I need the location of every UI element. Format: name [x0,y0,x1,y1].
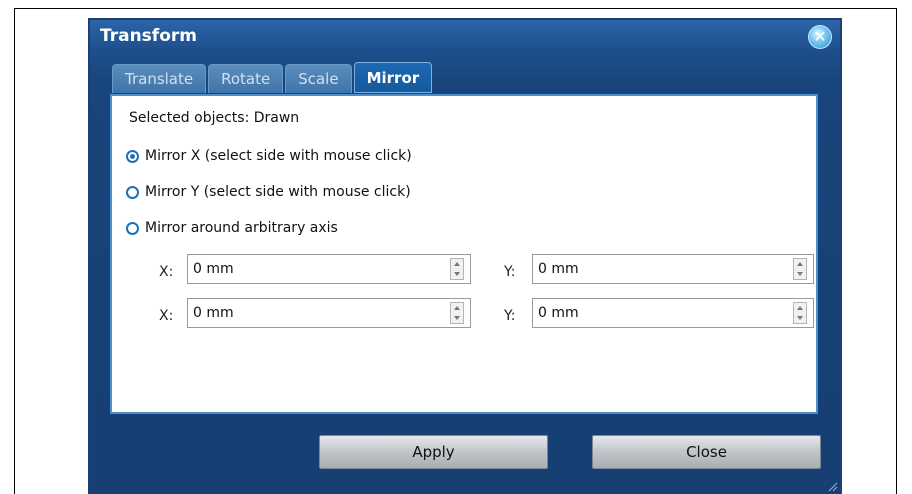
point1-x-label: X: [159,264,174,280]
tab-strip: Translate Rotate Scale Mirror [112,62,434,94]
mirror-axis-label: Mirror around arbitrary axis [145,220,338,236]
selected-objects-label: Selected objects: Drawn [129,110,300,126]
point2-y-value[interactable]: 0 mm [533,305,793,321]
mirror-x-option[interactable]: Mirror X (select side with mouse click) [126,148,412,164]
point2-x-label: X: [159,308,174,324]
point1-x-value[interactable]: 0 mm [188,261,450,277]
apply-button[interactable]: Apply [319,435,548,469]
mirror-axis-option[interactable]: Mirror around arbitrary axis [126,220,338,236]
mirror-x-label: Mirror X (select side with mouse click) [145,148,412,164]
close-button[interactable]: Close [592,435,821,469]
point2-y-field[interactable]: 0 mm [532,298,814,328]
mirror-panel: Selected objects: Drawn Mirror X (select… [110,94,818,414]
point2-x-value[interactable]: 0 mm [188,305,450,321]
mirror-axis-radio[interactable] [126,221,139,235]
mirror-y-option[interactable]: Mirror Y (select side with mouse click) [126,184,411,200]
transform-dialog: Transform ✕ Translate Rotate Scale Mirro… [88,18,842,494]
tab-mirror[interactable]: Mirror [353,62,433,93]
point1-y-label: Y: [504,264,516,280]
point1-y-value[interactable]: 0 mm [533,261,793,277]
tab-translate[interactable]: Translate [112,64,207,93]
spinner-arrows-icon[interactable] [450,302,464,324]
title-bar[interactable]: Transform ✕ [90,20,840,58]
point2-x-field[interactable]: 0 mm [187,298,471,328]
spinner-arrows-icon[interactable] [793,302,807,324]
tab-rotate[interactable]: Rotate [208,64,284,93]
mirror-y-label: Mirror Y (select side with mouse click) [145,184,411,200]
spinner-arrows-icon[interactable] [793,258,807,280]
point1-y-field[interactable]: 0 mm [532,254,814,284]
close-icon[interactable]: ✕ [808,25,832,49]
point2-y-label: Y: [504,308,516,324]
resize-grip-icon[interactable] [826,480,838,492]
point1-x-field[interactable]: 0 mm [187,254,471,284]
tab-scale[interactable]: Scale [285,64,352,93]
mirror-x-radio[interactable] [126,149,139,163]
mirror-y-radio[interactable] [126,185,139,199]
spinner-arrows-icon[interactable] [450,258,464,280]
dialog-title: Transform [100,26,197,46]
